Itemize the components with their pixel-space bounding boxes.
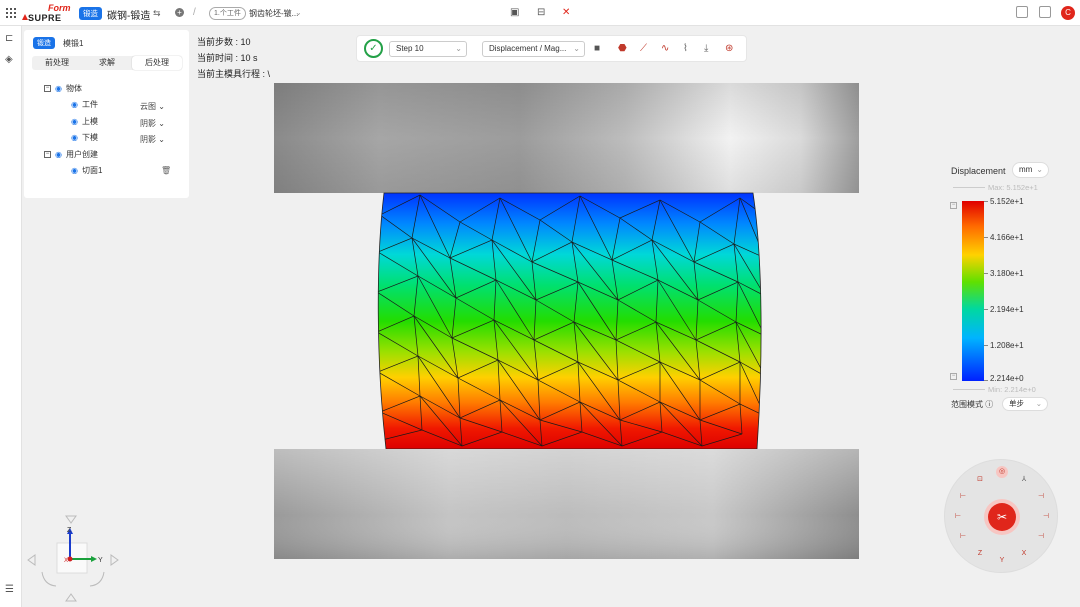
- range-mode-label: 范围模式 ⓘ: [951, 400, 994, 409]
- rotate-up-icon: [65, 515, 77, 524]
- reset-view-icon[interactable]: ✂: [988, 503, 1016, 531]
- z-axis-view-button[interactable]: Z: [974, 548, 986, 560]
- legend-max: Max: 5.152e+1: [988, 183, 1038, 192]
- legend-min: Min: 2.214e+0: [988, 385, 1036, 394]
- rotate-down-icon: [65, 593, 77, 602]
- top-view-icon[interactable]: ◎: [996, 466, 1008, 478]
- left-view-icon[interactable]: ⊢: [952, 511, 964, 523]
- viewport-3d[interactable]: [0, 0, 1080, 607]
- range-mode-select[interactable]: 单步 ⌄: [1002, 397, 1048, 411]
- svg-text:Y: Y: [98, 557, 103, 564]
- front-right-view-icon[interactable]: ⊣: [1035, 491, 1047, 503]
- roll-left-icon: [41, 571, 57, 587]
- front-left-view-icon[interactable]: ⊢: [957, 491, 969, 503]
- unit-select[interactable]: mm ⌄: [1012, 162, 1049, 178]
- legend-divider: [953, 389, 985, 390]
- legend-tick: 1.208e+1: [990, 341, 1024, 350]
- legend-tick: 2.194e+1: [990, 305, 1024, 314]
- x-axis-view-button[interactable]: X: [1018, 548, 1030, 560]
- svg-text:X: X: [64, 558, 68, 564]
- chevron-down-icon: ⌄: [1035, 399, 1042, 408]
- legend-divider: [953, 187, 985, 188]
- legend-min-lock-icon[interactable]: −: [950, 373, 957, 380]
- view-cube-dial: ◎ ⊡ ⅄ ⊢ ⊣ ⊢ ⊣ ⊢ ⊣ Z Y X ✂: [944, 459, 1058, 573]
- lower-die: [274, 449, 859, 559]
- chevron-down-icon: ⌄: [1036, 165, 1043, 174]
- back-right-view-icon[interactable]: ⊣: [1035, 531, 1047, 543]
- legend-tick: 4.166e+1: [990, 233, 1024, 242]
- color-bar: [962, 201, 984, 381]
- legend-tick: 3.180e+1: [990, 269, 1024, 278]
- roll-right-icon: [89, 571, 105, 587]
- iso-view-icon[interactable]: ⊡: [974, 474, 986, 486]
- y-axis-view-button[interactable]: Y: [996, 555, 1008, 567]
- upper-die: [274, 83, 859, 193]
- rotate-left-icon: [27, 554, 36, 566]
- legend-max-lock-icon[interactable]: −: [950, 202, 957, 209]
- legend-title: Displacement: [951, 166, 1006, 176]
- svg-text:Z: Z: [67, 527, 72, 534]
- help-icon: ⓘ: [985, 400, 994, 409]
- legend-tick: 5.152e+1: [990, 197, 1024, 206]
- rotate-right-icon: [110, 554, 119, 566]
- legend-tick: 2.214e+0: [990, 374, 1024, 383]
- axis-gizmo[interactable]: Z Y X: [24, 510, 124, 607]
- right-view-icon[interactable]: ⊣: [1040, 511, 1052, 523]
- axes-view-icon[interactable]: ⅄: [1018, 474, 1030, 486]
- workpiece-contour: [377, 192, 762, 450]
- back-left-view-icon[interactable]: ⊢: [957, 531, 969, 543]
